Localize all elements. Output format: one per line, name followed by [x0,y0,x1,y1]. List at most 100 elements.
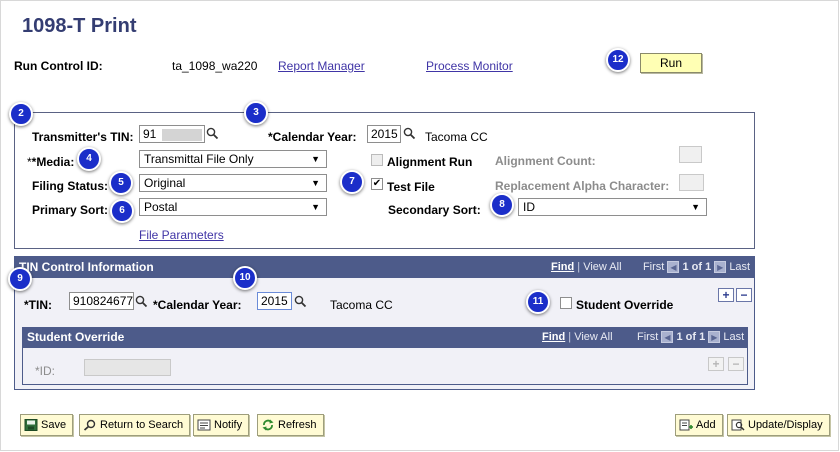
view-all-link[interactable]: View All [574,331,612,343]
refresh-button[interactable]: Refresh [257,414,324,436]
previous-arrow-icon[interactable]: ◀ [661,331,674,344]
callout-badge: 3 [244,101,268,125]
primary-sort-select[interactable]: Postal ▼ [139,198,327,216]
callout-badge: 8 [490,193,514,217]
save-label: Save [41,419,67,431]
chevron-down-icon: ▼ [311,178,320,188]
tin-calendar-year-input[interactable]: 2015 [257,292,292,310]
callout-badge: 11 [526,290,550,314]
page-title: 1098-T Print [22,15,137,37]
secondary-sort-select[interactable]: ID ▼ [518,198,707,216]
row-range: 1 of 1 [676,331,706,343]
process-monitor-link[interactable]: Process Monitor [426,59,513,73]
callout-badge: 12 [606,48,630,72]
previous-arrow-icon[interactable]: ◀ [667,261,680,274]
add-row-button[interactable]: + [718,288,734,302]
primary-sort-value: Postal [144,200,178,214]
file-parameters-link[interactable]: File Parameters [139,228,224,242]
callout-badge: 2 [9,102,33,126]
last-label: Last [723,331,745,343]
first-label: First [642,261,665,273]
tin-calendar-year-label: *Calendar Year: [153,298,242,312]
save-button[interactable]: Save [20,414,74,436]
calendar-year-label: *Calendar Year: [268,130,357,144]
student-override-header: Student Override Find | View All First ◀… [22,327,748,348]
student-id-label: *ID: [35,364,56,378]
refresh-icon [262,419,274,431]
update-display-icon [731,419,745,431]
tin-control-header: TIN Control Information Find | View All … [14,256,755,278]
view-all-link[interactable]: View All [583,261,621,273]
filing-status-label: Filing Status: [32,179,108,193]
replacement-alpha-field [679,174,704,191]
callout-badge: 4 [77,147,101,171]
test-file-label: Test File [387,180,435,194]
callout-badge: 5 [109,171,133,195]
row-range: 1 of 1 [682,261,712,273]
find-link[interactable]: Find [551,261,574,273]
update-display-button[interactable]: Update/Display [727,414,830,436]
add-label: Add [696,419,716,431]
save-icon [24,419,38,432]
transmitter-tin-input[interactable]: 91 [139,125,205,143]
secondary-sort-value: ID [523,200,535,214]
alignment-run-checkbox[interactable] [371,154,383,166]
delete-row-button-disabled: − [728,357,744,371]
transmitter-tin-label: Transmitter's TIN: [32,130,134,144]
find-link[interactable]: Find [542,331,565,343]
transmitter-tin-value: 91 [143,127,157,141]
media-label-text: *Media: [31,155,75,169]
filing-status-value: Original [144,176,186,190]
search-icon [83,419,96,431]
return-to-search-button[interactable]: Return to Search [79,414,191,436]
delete-row-button[interactable]: − [736,288,752,302]
tin-input[interactable]: 910824677 [69,292,134,310]
student-override-label: Student Override [576,298,674,312]
lookup-icon[interactable] [294,295,307,308]
return-to-search-label: Return to Search [100,419,184,431]
notify-icon [197,419,211,431]
chevron-down-icon: ▼ [311,202,320,212]
notify-button[interactable]: Notify [193,414,250,436]
next-arrow-icon[interactable]: ▶ [714,261,727,274]
tin-institution-name: Tacoma CC [330,298,393,312]
run-button[interactable]: Run [640,53,702,73]
run-control-value: ta_1098_wa220 [172,59,258,73]
update-display-label: Update/Display [748,419,823,431]
chevron-down-icon: ▼ [311,154,320,164]
refresh-label: Refresh [278,419,317,431]
add-icon [679,419,693,431]
callout-badge: 10 [233,266,257,290]
last-label: Last [729,261,751,273]
chevron-down-icon: ▼ [691,202,700,212]
filing-status-select[interactable]: Original ▼ [139,174,327,192]
callout-badge: 9 [8,267,32,291]
report-manager-link[interactable]: Report Manager [278,59,365,73]
next-arrow-icon[interactable]: ▶ [708,331,721,344]
add-button[interactable]: Add [675,414,723,436]
redacted-block [161,128,202,141]
calendar-year-input[interactable]: 2015 [367,125,401,143]
replacement-alpha-label: Replacement Alpha Character: [495,179,670,193]
alignment-count-field [679,146,702,163]
institution-name: Tacoma CC [425,130,488,144]
alignment-count-label: Alignment Count: [495,154,596,168]
callout-badge: 6 [110,199,134,223]
tin-control-title: TIN Control Information [19,260,154,274]
tin-label: *TIN: [24,298,52,312]
run-control-label: Run Control ID: [14,59,103,73]
media-select-value: Transmittal File Only [144,152,254,166]
test-file-checkbox[interactable]: ✔ [371,178,383,190]
tin-control-nav: Find | View All First ◀ 1 of 1 ▶ Last [551,261,751,274]
lookup-icon[interactable] [403,127,416,140]
lookup-icon[interactable] [135,295,148,308]
media-label: **Media: [27,155,75,169]
lookup-icon[interactable] [206,127,219,140]
media-select[interactable]: Transmittal File Only ▼ [139,150,327,168]
secondary-sort-label: Secondary Sort: [388,203,481,217]
callout-badge: 7 [340,170,364,194]
first-label: First [636,331,659,343]
notify-label: Notify [214,419,243,431]
student-override-nav: Find | View All First ◀ 1 of 1 ▶ Last [542,331,745,344]
student-override-checkbox[interactable] [560,297,572,309]
